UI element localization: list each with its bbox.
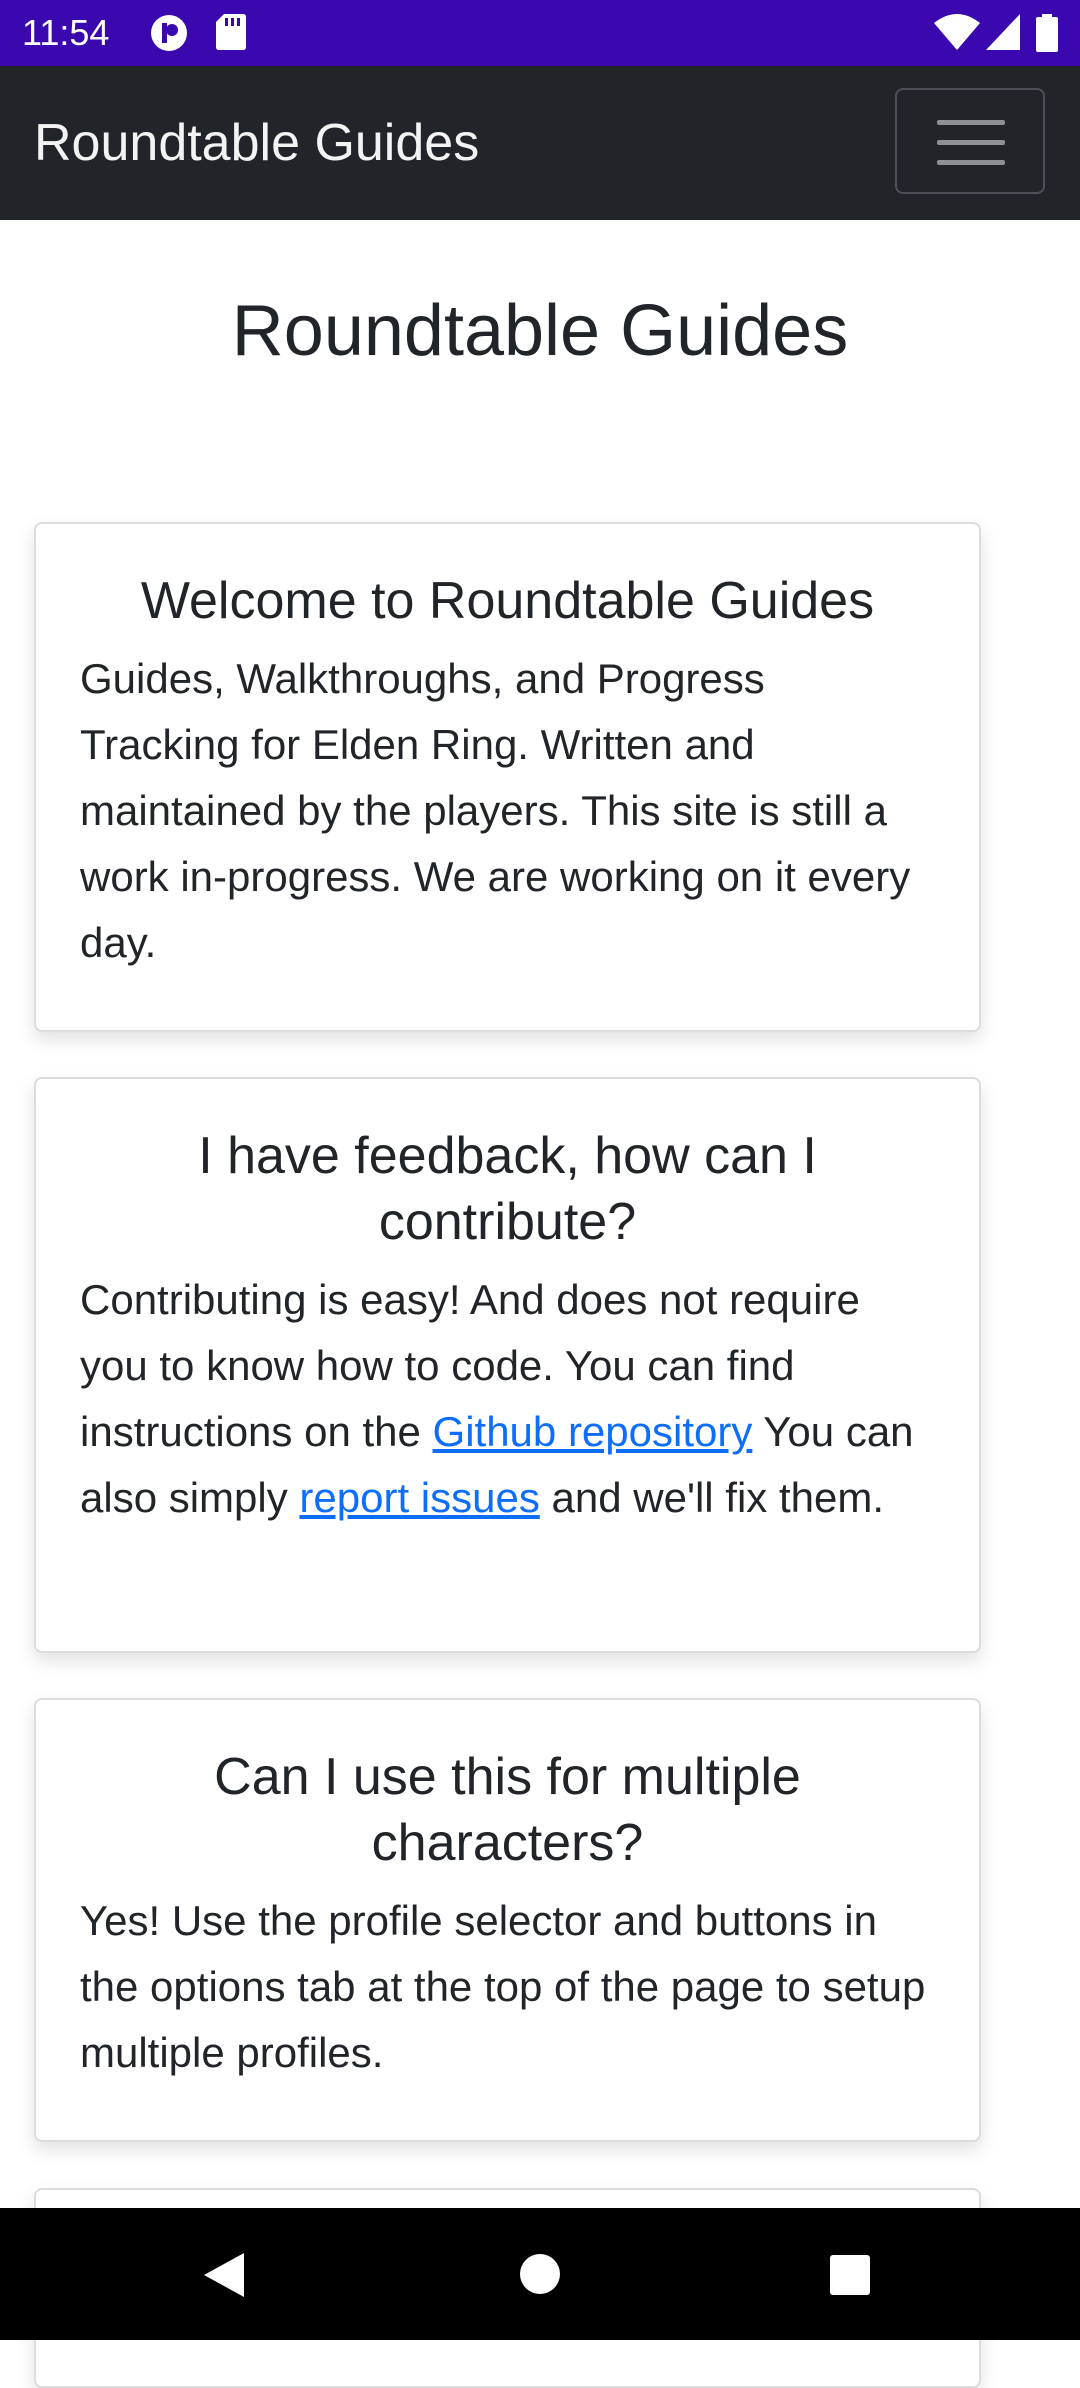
card-title: Welcome to Roundtable Guides	[140, 572, 875, 630]
sd-card-icon	[216, 14, 246, 55]
card-title: I have feedback, how can I contribute?	[198, 1127, 817, 1251]
card-text: Yes! Use the profile selector and button…	[80, 1897, 926, 2076]
multiple-characters-card: Can I use this for multiple characters? …	[34, 1698, 981, 2142]
wifi-icon	[934, 14, 980, 55]
back-icon[interactable]	[204, 2253, 244, 2302]
status-bar: 11:54	[0, 0, 1080, 66]
cellular-signal-icon	[986, 14, 1020, 55]
recents-icon[interactable]	[830, 2255, 870, 2300]
navbar: Roundtable Guides	[0, 66, 1080, 220]
navbar-brand[interactable]: Roundtable Guides	[34, 110, 479, 176]
feedback-card: I have feedback, how can I contribute? C…	[34, 1077, 981, 1653]
system-navigation-bar	[0, 2208, 1080, 2340]
report-issues-link[interactable]: report issues	[299, 1474, 539, 1521]
status-time: 11:54	[22, 12, 110, 53]
home-icon[interactable]	[520, 2254, 560, 2299]
card-text-segment: and we'll fix them.	[539, 1474, 885, 1521]
card-text: Contributing is easy! And does not requi…	[80, 1267, 935, 1531]
welcome-card: Welcome to Roundtable Guides Guides, Wal…	[34, 522, 981, 1032]
page-title: Roundtable Guides	[231, 291, 849, 371]
navbar-toggler-button[interactable]	[895, 88, 1045, 194]
card-text: Guides, Walkthroughs, and Progress Track…	[80, 655, 911, 966]
privacy-indicator-icon	[150, 14, 188, 57]
github-repository-link[interactable]: Github repository	[433, 1408, 753, 1455]
battery-icon	[1036, 14, 1058, 57]
card-title: Can I use this for multiple characters?	[214, 1748, 801, 1872]
